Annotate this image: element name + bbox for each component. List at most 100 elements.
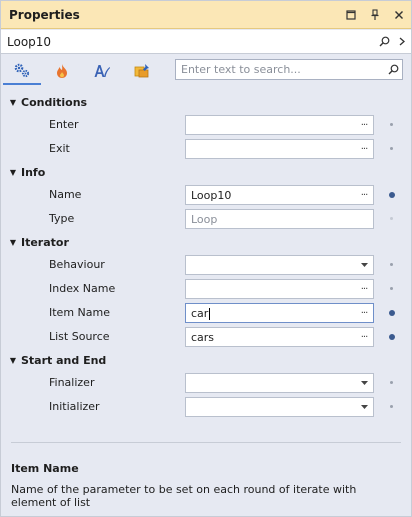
object-name: Loop10: [7, 34, 52, 49]
property-value[interactable]: car: [186, 307, 355, 320]
index-name-editor[interactable]: ···: [185, 279, 374, 299]
category-conditions[interactable]: ▼ Conditions: [1, 91, 411, 113]
ellipsis-button[interactable]: ···: [355, 116, 373, 134]
property-row-finalizer: Finalizer: [1, 371, 411, 395]
tab-properties[interactable]: [3, 57, 41, 85]
panel-title: Properties: [9, 7, 80, 22]
tab-appearance[interactable]: [83, 57, 121, 85]
property-label: Item Name: [49, 306, 110, 319]
property-row-exit: Exit ···: [1, 137, 411, 161]
default-value-marker[interactable]: [390, 123, 393, 126]
maximize-icon: [346, 9, 356, 20]
default-value-marker[interactable]: [390, 405, 393, 408]
default-value-marker[interactable]: [390, 287, 393, 290]
search-icon: [379, 36, 389, 47]
collapse-triangle-icon[interactable]: ▼: [1, 168, 21, 177]
default-value-marker[interactable]: [390, 147, 393, 150]
text-style-icon: [94, 65, 110, 77]
property-label: Finalizer: [49, 376, 95, 389]
list-source-editor[interactable]: cars ···: [185, 327, 374, 347]
property-label: Type: [49, 212, 75, 225]
pin-icon: [371, 8, 379, 20]
property-row-item-name: Item Name car ···: [1, 301, 411, 325]
text-cursor: [209, 307, 211, 320]
chevron-down-icon: [360, 405, 368, 409]
property-value[interactable]: cars: [186, 331, 355, 344]
close-button[interactable]: [387, 3, 411, 27]
cube-pin-icon: [134, 64, 149, 78]
chevron-down-icon: [360, 381, 368, 385]
category-iterator[interactable]: ▼ Iterator: [1, 231, 411, 253]
dropdown-button[interactable]: [355, 398, 373, 416]
enter-editor[interactable]: ···: [185, 115, 374, 135]
description-title: Item Name: [11, 462, 79, 475]
property-label: Behaviour: [49, 258, 105, 271]
search-button[interactable]: [384, 61, 402, 79]
property-row-enter: Enter ···: [1, 113, 411, 137]
dropdown-button[interactable]: [355, 374, 373, 392]
property-row-behaviour: Behaviour: [1, 253, 411, 277]
category-info[interactable]: ▼ Info: [1, 161, 411, 183]
properties-toolbar: [1, 55, 411, 87]
ellipsis-button[interactable]: ···: [355, 328, 373, 346]
ellipsis-button[interactable]: ···: [355, 304, 373, 322]
property-grid: ▼ Conditions Enter ··· Exit ··· ▼ Info N…: [1, 91, 411, 419]
description-text: Name of the parameter to be set on each …: [11, 483, 357, 509]
readonly-value-marker: [390, 217, 393, 220]
modified-value-marker[interactable]: [389, 310, 395, 316]
property-row-index-name: Index Name ···: [1, 277, 411, 301]
category-label: Start and End: [21, 353, 107, 367]
default-value-marker[interactable]: [390, 263, 393, 266]
property-search-input[interactable]: [176, 60, 384, 79]
modified-value-marker[interactable]: [389, 334, 395, 340]
ellipsis-button[interactable]: ···: [355, 186, 373, 204]
object-dropdown-button[interactable]: [393, 32, 411, 52]
property-label: Name: [49, 188, 82, 201]
ellipsis-button[interactable]: ···: [355, 140, 373, 158]
name-editor[interactable]: Loop10 ···: [185, 185, 374, 205]
properties-panel: Properties Loop10 Enter text to search..…: [0, 0, 412, 517]
collapse-triangle-icon[interactable]: ▼: [1, 98, 21, 107]
description-splitter[interactable]: [11, 442, 401, 443]
exit-editor[interactable]: ···: [185, 139, 374, 159]
maximize-button[interactable]: [339, 3, 363, 27]
collapse-triangle-icon[interactable]: ▼: [1, 238, 21, 247]
object-search-button[interactable]: [375, 32, 393, 52]
property-value[interactable]: Loop10: [186, 189, 355, 202]
pin-button[interactable]: [363, 3, 387, 27]
property-label: Enter: [49, 118, 79, 131]
gears-icon: [14, 63, 30, 78]
behaviour-dropdown[interactable]: [185, 255, 374, 275]
modified-value-marker[interactable]: [389, 192, 395, 198]
type-editor: Loop: [185, 209, 374, 229]
property-row-name: Name Loop10 ···: [1, 183, 411, 207]
property-row-list-source: List Source cars ···: [1, 325, 411, 349]
chevron-down-icon: [360, 263, 368, 267]
property-row-initializer: Initializer: [1, 395, 411, 419]
property-label: List Source: [49, 330, 110, 343]
dropdown-button[interactable]: [355, 256, 373, 274]
default-value-marker[interactable]: [390, 381, 393, 384]
object-selector[interactable]: Loop10: [1, 30, 411, 54]
property-search-box: [175, 59, 403, 80]
collapse-triangle-icon[interactable]: ▼: [1, 356, 21, 365]
category-label: Info: [21, 165, 46, 179]
item-name-editor[interactable]: car ···: [185, 303, 374, 323]
property-label: Index Name: [49, 282, 116, 295]
title-bar: Properties: [1, 1, 411, 29]
search-icon: [388, 64, 398, 75]
property-row-type: Type Loop: [1, 207, 411, 231]
initializer-dropdown[interactable]: [185, 397, 374, 417]
close-icon: [395, 10, 403, 19]
category-label: Iterator: [21, 235, 69, 249]
flame-icon: [57, 64, 67, 78]
property-label: Initializer: [49, 400, 100, 413]
tab-events[interactable]: [43, 57, 81, 85]
property-value: Loop: [191, 212, 218, 226]
finalizer-dropdown[interactable]: [185, 373, 374, 393]
chevron-right-icon: [399, 37, 405, 46]
tab-custom[interactable]: [123, 57, 161, 85]
category-start-and-end[interactable]: ▼ Start and End: [1, 349, 411, 371]
category-label: Conditions: [21, 95, 88, 109]
ellipsis-button[interactable]: ···: [355, 280, 373, 298]
